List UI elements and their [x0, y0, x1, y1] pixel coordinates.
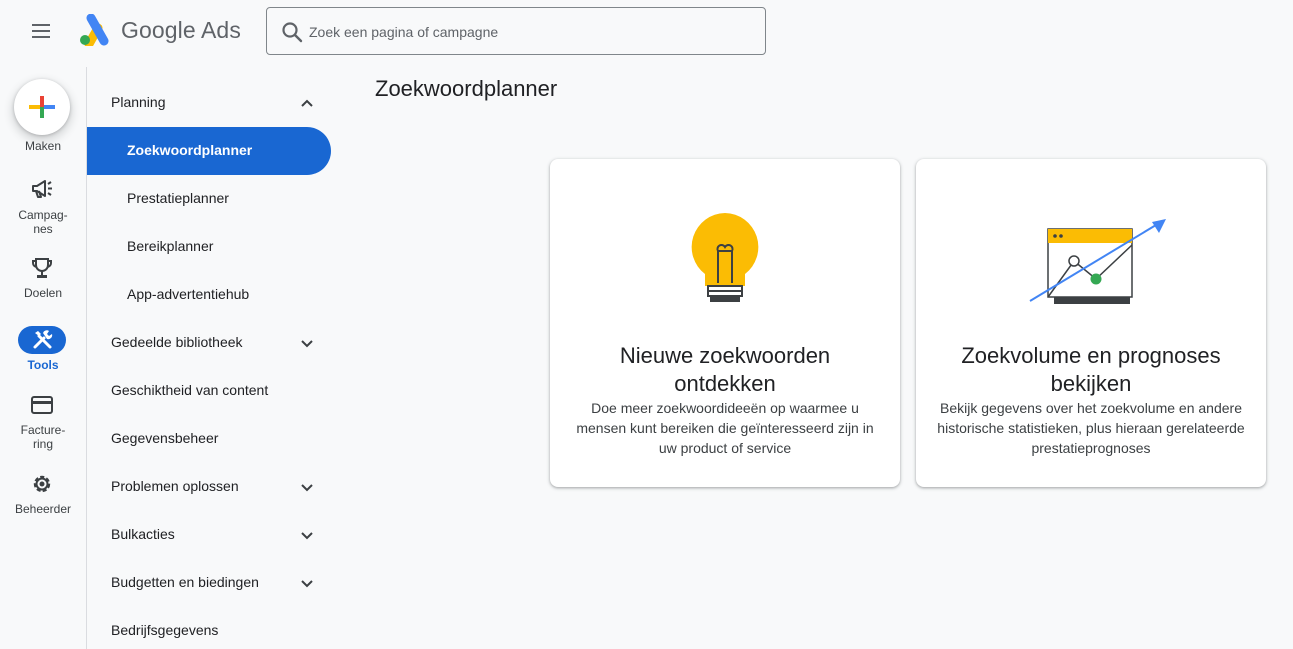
nav-item-label: Zoekwoordplanner [127, 142, 253, 158]
create-label: Maken [24, 139, 62, 153]
rail-item-goals[interactable]: Doelen [0, 254, 86, 300]
menu-bar [32, 30, 50, 32]
left-rail: Maken Campag- nes Doelen Tools Facture- … [0, 62, 86, 649]
chevron-down-icon [301, 340, 313, 348]
admin-gear-icon [33, 475, 51, 493]
menu-bar [32, 36, 50, 38]
forecast-chart-icon [1029, 219, 1166, 304]
plus-icon [29, 96, 55, 118]
campaigns-megaphone-icon [32, 180, 52, 198]
main-menu-button[interactable] [28, 20, 56, 42]
nav-item-data-manager[interactable]: Gegevensbeheer [87, 415, 331, 463]
rail-label: nes [33, 222, 53, 236]
nav-item-budgets-and-bids[interactable]: Budgetten en biedingen [87, 559, 331, 607]
card-title: Nieuwe zoekwoorden ontdekken [619, 343, 831, 396]
rail-label: Beheerder [14, 502, 72, 516]
nav-item-label: Gedeelde bibliotheek [111, 334, 243, 350]
card-title: Zoekvolume en prognoses bekijken [961, 343, 1221, 396]
nav-item-content-suitability[interactable]: Geschiktheid van content [87, 367, 331, 415]
rail-item-tools[interactable]: Tools [0, 326, 86, 372]
nav-item-performance-planner[interactable]: Prestatieplanner [87, 175, 331, 223]
chevron-down-icon [301, 484, 313, 492]
google-ads-logo-icon[interactable] [78, 14, 112, 46]
search-icon [282, 22, 303, 43]
nav-item-label: Geschiktheid van content [111, 382, 269, 398]
nav-item-keyword-planner[interactable]: Zoekwoordplanner [87, 127, 331, 175]
search-box[interactable] [266, 7, 766, 55]
rail-item-campaigns[interactable]: Campag- nes [0, 174, 86, 236]
nav-item-label: Bulkacties [111, 526, 175, 542]
card-description: Doe meer zoekwoordideeën op waarmee u me… [576, 400, 874, 456]
rail-label: ring [32, 437, 53, 451]
nav-item-label: App-advertentiehub [127, 286, 250, 302]
nav-item-label: Planning [111, 94, 166, 110]
tools-nav-panel: Planning Zoekwoordplanner Prestatieplann… [87, 62, 337, 649]
nav-item-reach-planner[interactable]: Bereikplanner [87, 223, 331, 271]
lightbulb-icon [691, 213, 759, 302]
nav-item-bulk-actions[interactable]: Bulkacties [87, 511, 331, 559]
rail-label: Tools [27, 358, 59, 372]
nav-item-business-data[interactable]: Bedrijfsgegevens [87, 607, 331, 649]
nav-item-shared-library[interactable]: Gedeelde bibliotheek [87, 319, 331, 367]
chevron-down-icon [301, 532, 313, 540]
tools-icon [33, 330, 53, 349]
nav-item-planning[interactable]: Planning [87, 79, 331, 127]
page-title: Zoekwoordplanner [375, 76, 558, 101]
card-description: Bekijk gegevens over het zoekvolume en a… [937, 400, 1245, 456]
nav-item-label: Gegevensbeheer [111, 430, 219, 446]
create-button[interactable] [14, 79, 70, 135]
billing-card-icon [31, 396, 53, 414]
rail-item-admin[interactable]: Beheerder [0, 470, 86, 516]
chevron-up-icon [301, 99, 313, 107]
search-volume-forecasts-card[interactable]: Zoekvolume en prognoses bekijken Bekijk … [916, 159, 1266, 487]
nav-item-troubleshooting[interactable]: Problemen oplossen [87, 463, 331, 511]
rail-label: Facture- [20, 423, 66, 437]
nav-item-app-advertising-hub[interactable]: App-advertentiehub [87, 271, 331, 319]
search-input[interactable] [309, 20, 749, 44]
goals-trophy-icon [32, 258, 52, 278]
menu-bar [32, 24, 50, 26]
nav-item-label: Bereikplanner [127, 238, 214, 254]
chevron-down-icon [301, 580, 313, 588]
top-bar: Google Ads [0, 0, 1293, 62]
nav-item-label: Budgetten en biedingen [111, 574, 259, 590]
nav-item-label: Bedrijfsgegevens [111, 622, 219, 638]
brand-name[interactable]: Google Ads [121, 17, 241, 44]
discover-keywords-card[interactable]: Nieuwe zoekwoorden ontdekken Doe meer zo… [550, 159, 900, 487]
nav-item-label: Prestatieplanner [127, 190, 229, 206]
rail-label: Campag- [18, 208, 68, 222]
rail-label: Doelen [23, 286, 63, 300]
nav-item-label: Problemen oplossen [111, 478, 239, 494]
rail-item-billing[interactable]: Facture- ring [0, 392, 86, 454]
